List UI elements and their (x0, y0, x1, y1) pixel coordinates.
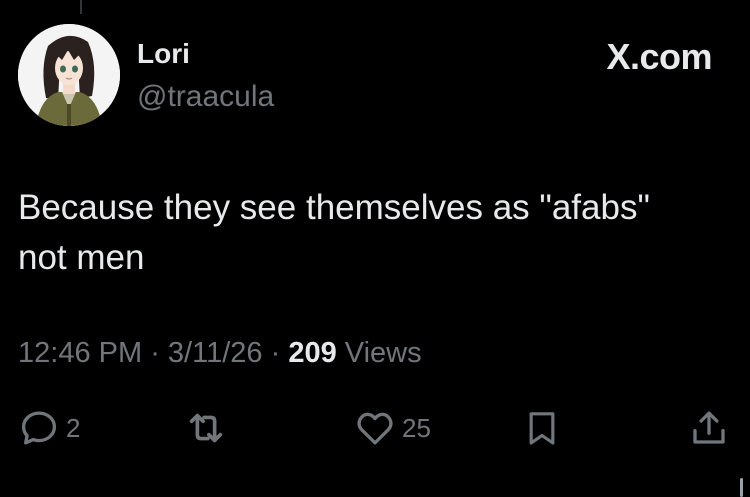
reply-count: 2 (66, 412, 81, 443)
author-display-name[interactable]: Lori (137, 36, 190, 72)
brand-label: X.com (606, 36, 712, 77)
retweet-icon (189, 413, 223, 443)
views-label: Views (336, 337, 422, 369)
bookmark-icon (529, 412, 555, 445)
tweet-date[interactable]: 3/11/26 (168, 337, 263, 369)
meta-separator: · (142, 337, 168, 369)
heart-icon (357, 412, 393, 445)
share-icon (693, 411, 725, 444)
views-count[interactable]: 209 (288, 337, 336, 369)
like-button[interactable]: 25 (354, 400, 431, 456)
share-button[interactable] (688, 400, 736, 456)
avatar[interactable] (18, 24, 120, 126)
brand-watermark: X.com (606, 36, 712, 78)
tweet-time[interactable]: 12:46 PM (18, 337, 142, 369)
tweet-text-line: not men (18, 238, 145, 277)
retweet-button[interactable] (183, 400, 235, 456)
reply-icon (21, 411, 57, 445)
tweet-text: Because they see themselves as "afabs" n… (18, 183, 718, 283)
like-count: 25 (402, 412, 431, 443)
tweet-meta: 12:46 PM · 3/11/26 · 209 Views (18, 334, 422, 372)
bookmark-button[interactable] (522, 400, 568, 456)
anime-avatar-image (18, 24, 120, 126)
meta-separator: · (262, 337, 289, 369)
scroll-indicator (740, 478, 743, 497)
reply-button[interactable]: 2 (18, 400, 80, 456)
thread-connector-line (80, 0, 82, 14)
author-handle[interactable]: @traacula (137, 78, 274, 116)
tweet-text-line: Because they see themselves as "afabs" (18, 188, 650, 227)
action-bar: 2 25 (0, 400, 750, 456)
